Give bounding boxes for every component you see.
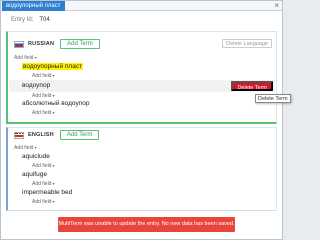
term-text[interactable]: aquiclude bbox=[22, 153, 50, 160]
chevron-down-icon: ▾ bbox=[52, 73, 55, 78]
term-text[interactable]: абсолютный водоупор bbox=[22, 100, 89, 107]
language-section-russian: RUSSIAN Add Term Delete Language Add fie… bbox=[6, 31, 277, 124]
term-text[interactable]: водоупор bbox=[22, 82, 50, 89]
add-field-dropdown[interactable]: Add field▾ bbox=[32, 110, 54, 116]
tab-entry[interactable]: водоупорный пласт bbox=[2, 1, 65, 11]
term-row-hover: водоупор Delete Term bbox=[9, 80, 275, 92]
entry-editor-window: водоупорный пласт × Entry Id: T04 RUSSIAN… bbox=[0, 0, 291, 240]
language-name: ENGLISH bbox=[28, 132, 54, 138]
add-field-dropdown[interactable]: Add field▾ bbox=[32, 163, 54, 169]
chevron-down-icon: ▾ bbox=[52, 181, 55, 186]
chevron-down-icon: ▾ bbox=[52, 163, 55, 168]
delete-term-tooltip: Delete Term bbox=[255, 94, 291, 103]
add-field-label: Add field bbox=[32, 73, 52, 79]
flag-russia-icon bbox=[14, 40, 24, 48]
term-text[interactable]: водоупорный пласт bbox=[22, 63, 84, 70]
language-header: ENGLISH Add Term bbox=[14, 130, 100, 140]
chevron-down-icon: ▾ bbox=[52, 110, 55, 115]
add-field-label: Add field bbox=[32, 181, 52, 187]
add-field-dropdown[interactable]: Add field▾ bbox=[14, 55, 36, 61]
chevron-down-icon: ▾ bbox=[34, 145, 37, 150]
entry-id-line: Entry Id: T04 bbox=[11, 17, 50, 23]
chevron-down-icon: ▾ bbox=[34, 55, 37, 60]
add-field-label: Add field bbox=[32, 163, 52, 169]
flag-uk-icon bbox=[14, 131, 24, 139]
chevron-down-icon: ▾ bbox=[52, 93, 55, 98]
add-term-button[interactable]: Add Term bbox=[59, 130, 100, 140]
add-field-label: Add field bbox=[32, 93, 52, 99]
language-section-english: ENGLISH Add Term Add field▾ aquiclude Ad… bbox=[6, 127, 277, 211]
delete-term-button[interactable]: Delete Term bbox=[231, 81, 273, 91]
close-icon[interactable]: × bbox=[274, 1, 279, 11]
add-field-dropdown[interactable]: Add field▾ bbox=[32, 93, 54, 99]
add-field-dropdown[interactable]: Add field▾ bbox=[32, 73, 54, 79]
add-field-label: Add field bbox=[14, 145, 34, 151]
delete-language-button[interactable]: Delete Language bbox=[222, 39, 272, 48]
add-field-label: Add field bbox=[14, 55, 34, 61]
entry-id-label: Entry Id: bbox=[11, 17, 34, 23]
language-header: RUSSIAN Add Term bbox=[14, 39, 100, 49]
chevron-down-icon: ▾ bbox=[52, 199, 55, 204]
language-name: RUSSIAN bbox=[28, 41, 55, 47]
add-field-label: Add field bbox=[32, 199, 52, 205]
title-bar: водоупорный пласт × bbox=[1, 1, 282, 11]
add-field-label: Add field bbox=[32, 110, 52, 116]
add-field-dropdown[interactable]: Add field▾ bbox=[32, 181, 54, 187]
term-text[interactable]: aquifuge bbox=[22, 171, 47, 178]
term-text[interactable]: impermeable bed bbox=[22, 189, 72, 196]
error-toast: MultiTerm was unable to update the entry… bbox=[58, 217, 235, 232]
add-field-dropdown[interactable]: Add field▾ bbox=[32, 199, 54, 205]
add-field-dropdown[interactable]: Add field▾ bbox=[14, 145, 36, 151]
add-term-button[interactable]: Add Term bbox=[60, 39, 100, 49]
entry-id-value: T04 bbox=[39, 17, 50, 23]
